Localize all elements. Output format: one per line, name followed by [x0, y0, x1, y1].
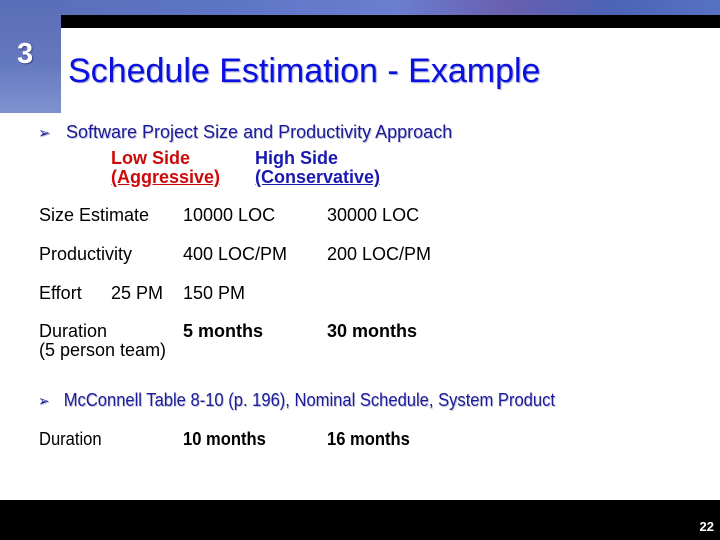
size-low-value: 10000 LOC [183, 205, 276, 225]
duration-low-value: 5 months [183, 321, 264, 341]
bullet-size-productivity: ➢ Software Project Size and Productivity … [38, 122, 452, 143]
row-label-effort: Effort [39, 283, 82, 303]
row-label-mcconnell-duration: Duration [39, 429, 102, 449]
productivity-low-value: 400 LOC/PM [183, 244, 288, 264]
conservative-label: (Conservative) [255, 167, 381, 187]
section-number: 3 [17, 38, 34, 70]
low-side-label: Low Side [111, 148, 191, 168]
effort-high-value: 150 PM [183, 283, 246, 303]
header-background-band [0, 0, 720, 15]
arrow-bullet-icon: ➢ [38, 393, 50, 410]
effort-low-value: 25 PM [111, 283, 164, 303]
row-label-duration: Duration [39, 321, 108, 341]
mcconnell-duration-low-value: 10 months [183, 429, 266, 449]
row-label-productivity: Productivity [39, 244, 133, 264]
productivity-high-value: 200 LOC/PM [327, 244, 432, 264]
aggressive-label: (Aggressive) [111, 167, 221, 187]
column-header-high-side: High Side (Conservative) [255, 149, 380, 187]
high-side-label: High Side [255, 148, 339, 168]
row-label-size-estimate: Size Estimate [39, 205, 150, 225]
bullet-text: Software Project Size and Productivity A… [66, 122, 453, 142]
slide-title: Schedule Estimation - Example [68, 52, 541, 90]
row-sublabel-team-size: (5 person team) [39, 340, 167, 360]
header-black-bar [61, 15, 720, 28]
page-number: 22 [699, 519, 714, 534]
mcconnell-duration-high-value: 16 months [327, 429, 410, 449]
arrow-bullet-icon: ➢ [38, 125, 51, 142]
footer-bar: 22 [0, 500, 720, 540]
size-high-value: 30000 LOC [327, 205, 420, 225]
bullet-mcconnell-table: ➢ McConnell Table 8-10 (p. 196), Nominal … [38, 390, 555, 411]
duration-high-value: 30 months [327, 321, 418, 341]
bullet-text: McConnell Table 8-10 (p. 196), Nominal S… [63, 390, 555, 410]
column-header-low-side: Low Side (Aggressive) [111, 149, 220, 187]
